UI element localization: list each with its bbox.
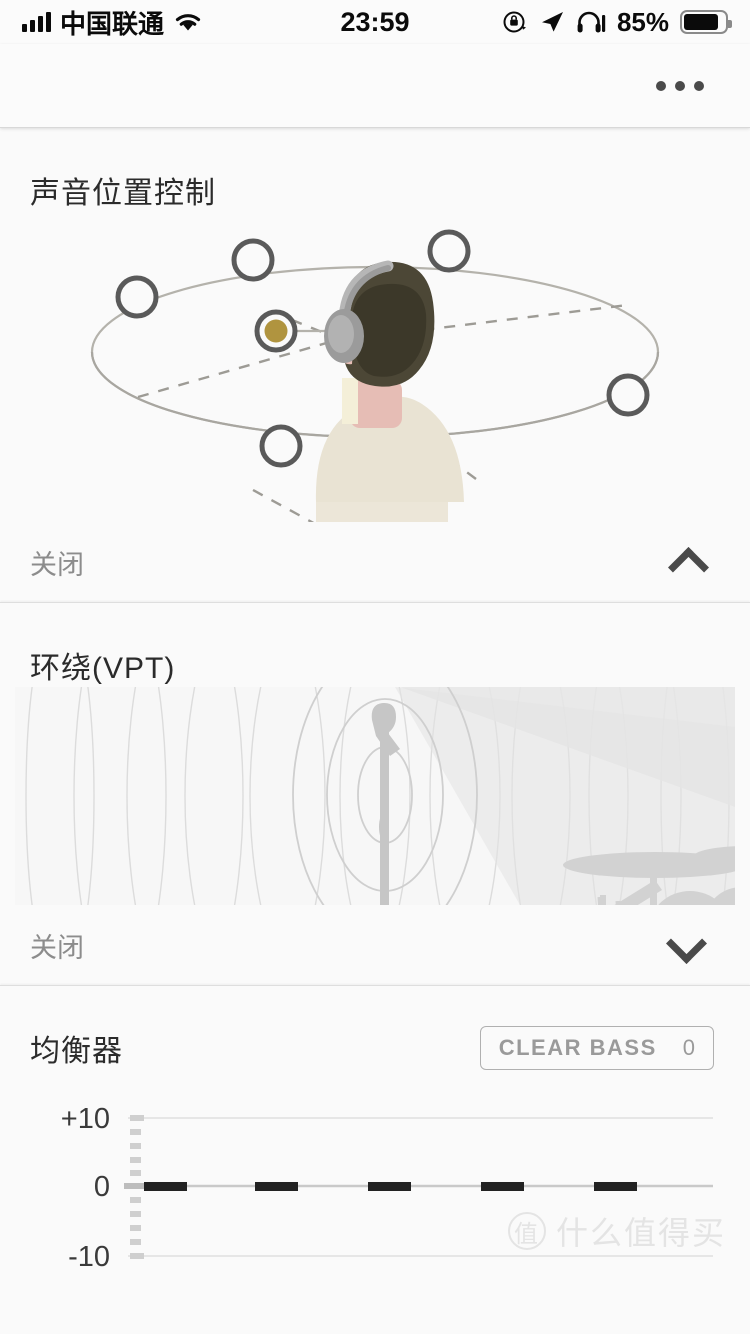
- eq-band-handle-1[interactable]: [144, 1182, 187, 1191]
- sound-position-control-illustration[interactable]: [0, 212, 750, 522]
- eq-band-handle-2[interactable]: [255, 1182, 298, 1191]
- card-equalizer: 均衡器 CLEAR BASS 0 +10 0 -10 值 什么值得买: [0, 985, 750, 1280]
- axis-label-minus10: -10: [68, 1241, 110, 1273]
- sound-position-toggle-row[interactable]: 关闭: [0, 522, 750, 602]
- watermark-badge: 值: [507, 1212, 546, 1250]
- axis-label-zero: 0: [94, 1171, 110, 1203]
- equalizer-chart[interactable]: +10 0 -10 值 什么值得买: [0, 1070, 750, 1280]
- battery-percent-label: 85%: [616, 6, 669, 37]
- app-header: [0, 44, 750, 128]
- carrier-label: 中国联通: [60, 8, 165, 39]
- position-node-front-right[interactable]: [427, 229, 471, 273]
- wifi-icon: [175, 14, 201, 31]
- chevron-down-icon[interactable]: [668, 923, 712, 967]
- status-bar: 中国联通 23:59 85%: [0, 0, 750, 44]
- headphones-icon: [577, 11, 606, 33]
- eq-band-handle-3[interactable]: [368, 1182, 411, 1191]
- position-node-rear-left[interactable]: [259, 424, 303, 468]
- battery-icon: [680, 10, 732, 34]
- vpt-toggle-row[interactable]: 关闭: [0, 905, 750, 985]
- eq-band-handle-5[interactable]: [594, 1182, 637, 1191]
- clear-bass-value: 0: [682, 1035, 695, 1060]
- vpt-surround-illustration[interactable]: [0, 687, 750, 905]
- card-sound-position-control: 声音位置控制 关闭: [0, 128, 750, 602]
- section-title-sound-position: 声音位置控制: [30, 177, 216, 210]
- axis-label-plus10: +10: [61, 1103, 110, 1135]
- vpt-status: 关闭: [30, 932, 84, 963]
- clear-bass-button[interactable]: CLEAR BASS 0: [479, 1026, 714, 1070]
- section-title-equalizer: 均衡器: [30, 1035, 123, 1068]
- more-options-icon[interactable]: [648, 63, 712, 109]
- kebab-dot: [656, 80, 666, 91]
- chevron-up-icon[interactable]: [668, 540, 712, 584]
- clear-bass-label: CLEAR BASS: [498, 1035, 657, 1060]
- kebab-dot: [694, 80, 704, 91]
- position-node-front-left-far[interactable]: [115, 275, 159, 319]
- kebab-dot: [675, 80, 685, 91]
- signal-bars-icon: [22, 12, 51, 32]
- watermark: 值 什么值得买: [507, 1208, 726, 1254]
- position-node-selected[interactable]: [254, 309, 298, 353]
- location-arrow-icon: [541, 12, 563, 32]
- sound-position-status: 关闭: [30, 549, 84, 580]
- section-title-vpt: 环绕(VPT): [30, 652, 176, 685]
- eq-band-handle-4[interactable]: [481, 1182, 524, 1191]
- position-node-right[interactable]: [606, 373, 650, 417]
- status-bar-right: 85%: [502, 6, 732, 38]
- axis-tick-ruler: [124, 1115, 146, 1259]
- status-bar-left: 中国联通: [22, 4, 203, 41]
- position-node-front-left[interactable]: [231, 238, 275, 282]
- card-surround-vpt: 环绕(VPT) 关闭: [0, 602, 750, 985]
- rotation-lock-icon: [503, 11, 526, 33]
- watermark-text: 什么值得买: [555, 1215, 726, 1251]
- equalizer-title-row: 均衡器 CLEAR BASS 0: [0, 986, 750, 1070]
